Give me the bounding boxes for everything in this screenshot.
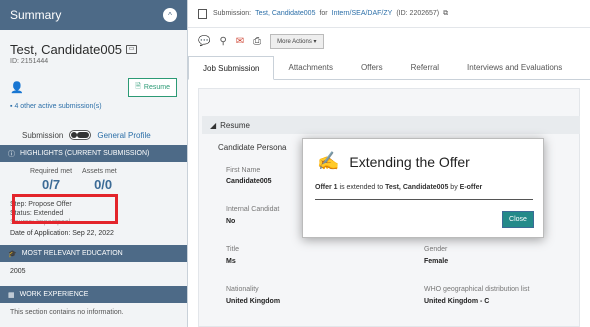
close-button[interactable]: Close [502, 211, 534, 228]
print-icon[interactable]: ⎙ [253, 36, 261, 47]
metrics-values: 0/7 0/0 [0, 175, 187, 192]
id-card-icon[interactable]: ▭ [126, 45, 138, 54]
tab-job-submission[interactable]: Job Submission [188, 56, 275, 80]
candidate-personal-title: Candidate Persona [218, 143, 287, 152]
highlights-title: HIGHLIGHTS (CURRENT SUBMISSION) [20, 150, 150, 157]
candidate-id: ID: 2151444 [10, 58, 49, 65]
work-no-info: This section contains no information. [10, 309, 124, 316]
title-label: Title [226, 246, 239, 253]
assets-met-value: 0/0 [94, 177, 113, 192]
action-toolbar: 💬 ⚲ ✉ ⎙ More Actions ▾ [188, 28, 590, 54]
msg-method: E-offer [459, 184, 483, 191]
required-met-label: Required met [30, 168, 73, 175]
msg-by: by [450, 184, 458, 191]
tab-attachments[interactable]: Attachments [274, 56, 346, 79]
breadcrumb-candidate[interactable]: Test, Candidate005 [255, 10, 315, 17]
user-icon[interactable]: 👤 [10, 81, 24, 94]
email-icon[interactable]: ✉ [236, 36, 244, 47]
work-section-header: ▦ WORK EXPERIENCE [0, 286, 187, 303]
highlights-section-header: ⓘ HIGHLIGHTS (CURRENT SUBMISSION) [0, 145, 187, 162]
internal-candidate-value: No [226, 218, 236, 225]
collapse-triangle-icon: ◢ [210, 120, 217, 130]
share-user-icon[interactable]: ⚲ [219, 36, 226, 47]
nationality-value: United Kingdom [226, 298, 281, 305]
internal-candidate-label: Internal Candidat [226, 206, 280, 213]
submission-tabs: Job Submission Attachments Offers Referr… [188, 56, 590, 80]
tab-offers[interactable]: Offers [347, 56, 397, 79]
education-title: MOST RELEVANT EDUCATION [21, 250, 123, 257]
dialog-divider [315, 199, 533, 200]
msg-mid: is extended to [339, 184, 384, 191]
summary-sidebar: Summary ^ Test, Candidate005 ▭ ID: 21514… [0, 0, 188, 327]
resume-button[interactable]: 🗎 Resume [128, 78, 177, 97]
assets-met-label: Assets met [82, 168, 117, 175]
breadcrumb-for: for [319, 10, 328, 17]
other-submissions-link[interactable]: ▪ 4 other active submission(s) [0, 97, 187, 110]
copy-icon[interactable]: ⧉ [443, 10, 448, 18]
briefcase-icon: ▦ [8, 291, 15, 299]
chat-icon[interactable]: 💬 [198, 36, 210, 47]
sidebar-header: Summary ^ [0, 0, 187, 30]
first-name-value: Candidate005 [226, 178, 272, 185]
resume-label: Resume [143, 84, 170, 91]
other-submissions-label: 4 other active submission(s) [14, 103, 102, 110]
offer-number: Offer 1 [315, 184, 338, 191]
dialog-title: Extending the Offer [349, 153, 470, 170]
dialog-title-row: ✍ Extending the Offer [317, 151, 470, 172]
breadcrumb-position[interactable]: Intern/SEA/DAF/ZY [332, 10, 393, 17]
geo-distribution-label: WHO geographical distribution list [424, 286, 530, 293]
collapse-icon[interactable]: ^ [163, 8, 177, 22]
signature-pen-icon: ✍ [317, 151, 340, 171]
date-of-application: Date of Application: Sep 22, 2022 [10, 230, 114, 237]
info-icon: ⓘ [8, 150, 15, 158]
breadcrumb-position-id: (ID: 2202657) [396, 10, 440, 17]
more-actions-label: More Actions [277, 38, 312, 45]
general-profile-label[interactable]: General Profile [97, 131, 150, 140]
submission-label: Submission [22, 130, 64, 140]
title-value: Ms [226, 258, 236, 265]
submission-breadcrumb: Submission: Test, Candidate005 for Inter… [188, 0, 590, 28]
bullet-icon: ▪ [10, 103, 13, 110]
candidate-name-row: Test, Candidate005 ▭ [0, 30, 187, 57]
metrics-labels: Required met Assets met [0, 162, 187, 175]
submission-profile-toggle[interactable] [69, 130, 92, 140]
first-name-label: First Name [226, 167, 261, 174]
required-met-value: 0/7 [42, 177, 61, 192]
highlight-box [12, 194, 118, 224]
breadcrumb-prefix: Submission: [213, 10, 252, 17]
more-actions-button[interactable]: More Actions ▾ [270, 33, 324, 49]
candidate-actions-row: 👤 🗎 Resume [0, 66, 187, 97]
nationality-label: Nationality [226, 286, 259, 293]
gender-label: Gender [424, 246, 448, 253]
submission-toggle-row: Submission General Profile [0, 110, 187, 140]
resume-section-label: Resume [220, 120, 250, 130]
tab-interviews-evaluations[interactable]: Interviews and Evaluations [453, 56, 576, 79]
resume-section-header[interactable]: ◢ Resume [202, 116, 580, 134]
extending-offer-dialog: ✍ Extending the Offer Offer 1 is extende… [302, 138, 544, 238]
msg-candidate: Test, Candidate005 [385, 184, 449, 191]
education-section-header: 🎓 MOST RELEVANT EDUCATION [0, 245, 187, 262]
graduation-cap-icon: 🎓 [8, 250, 17, 258]
gender-value: Female [424, 258, 449, 265]
candidate-name: Test, Candidate005 [10, 42, 123, 57]
resume-icon: 🗎 [135, 83, 141, 90]
education-value: 2005 [10, 268, 26, 275]
document-icon [198, 8, 207, 19]
tab-referral[interactable]: Referral [397, 56, 453, 79]
sidebar-title: Summary [10, 8, 62, 22]
dialog-message: Offer 1 is extended to Test, Candidate00… [315, 184, 482, 191]
geo-distribution-value: United Kingdom - C [424, 298, 490, 305]
work-title: WORK EXPERIENCE [19, 291, 89, 298]
